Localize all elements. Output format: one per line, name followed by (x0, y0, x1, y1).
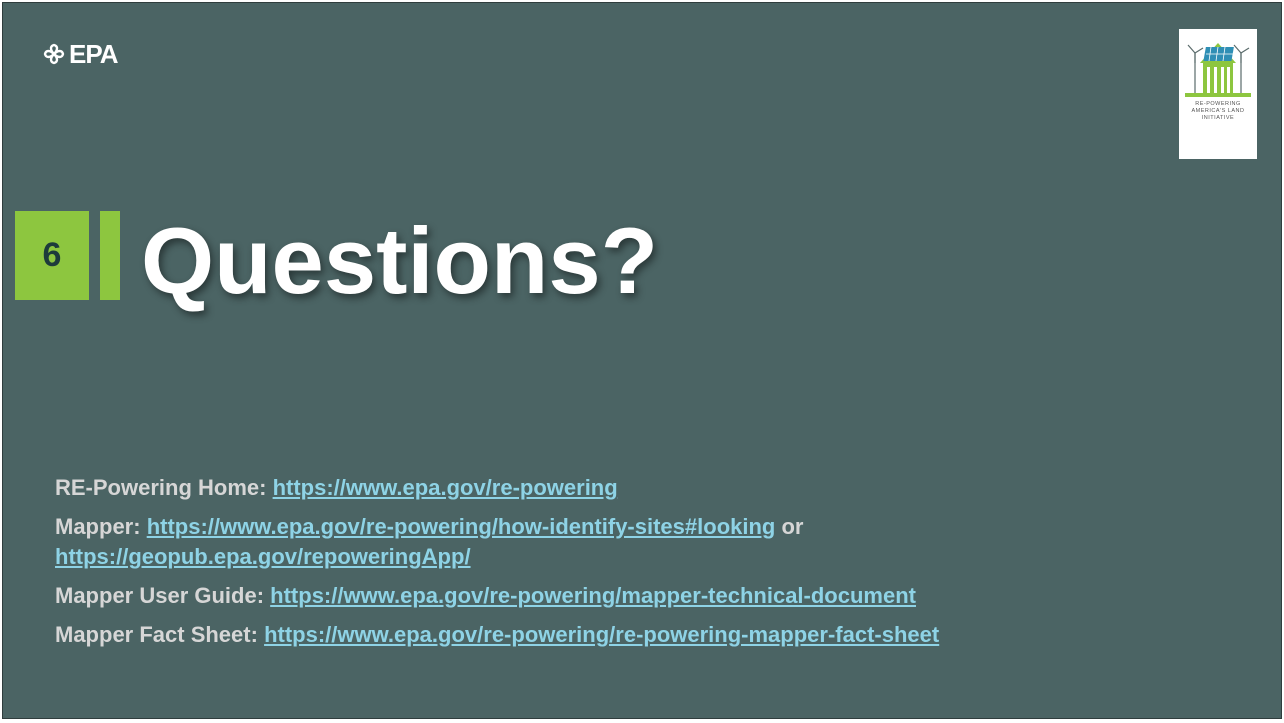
resource-link-mapper[interactable]: https://www.epa.gov/re-powering/how-iden… (147, 514, 776, 539)
resource-label: Mapper Fact Sheet: (55, 622, 258, 647)
resource-link-fact-sheet[interactable]: https://www.epa.gov/re-powering/re-power… (264, 622, 939, 647)
accent-bar (100, 211, 120, 300)
resource-item: Mapper: https://www.epa.gov/re-powering/… (55, 512, 1255, 572)
slide: EPA RE-POWERING AMERICA'S LAND INITIATIV… (2, 2, 1282, 719)
solar-wind-house-icon (1185, 43, 1251, 97)
resource-link-home[interactable]: https://www.epa.gov/re-powering (273, 475, 618, 500)
resource-label: Mapper User Guide: (55, 583, 265, 608)
initiative-logo: RE-POWERING AMERICA'S LAND INITIATIVE (1179, 29, 1257, 159)
resource-item: Mapper User Guide: https://www.epa.gov/r… (55, 581, 1255, 611)
initiative-logo-caption: RE-POWERING AMERICA'S LAND INITIATIVE (1191, 101, 1245, 121)
resource-links: RE-Powering Home: https://www.epa.gov/re… (55, 473, 1255, 659)
resource-item: RE-Powering Home: https://www.epa.gov/re… (55, 473, 1255, 503)
resource-item: Mapper Fact Sheet: https://www.epa.gov/r… (55, 620, 1255, 650)
resource-link-mapper-app[interactable]: https://geopub.epa.gov/repoweringApp/ (55, 544, 471, 569)
resource-label: RE-Powering Home: (55, 475, 267, 500)
epa-flower-icon (43, 43, 65, 65)
resource-label: Mapper: (55, 514, 141, 539)
epa-logo: EPA (43, 39, 119, 69)
slide-title: Questions? (141, 208, 659, 313)
section-number-badge: 6 (15, 211, 89, 300)
epa-logo-text: EPA (69, 39, 119, 69)
resource-link-user-guide[interactable]: https://www.epa.gov/re-powering/mapper-t… (270, 583, 916, 608)
resource-connector: or (781, 514, 804, 539)
